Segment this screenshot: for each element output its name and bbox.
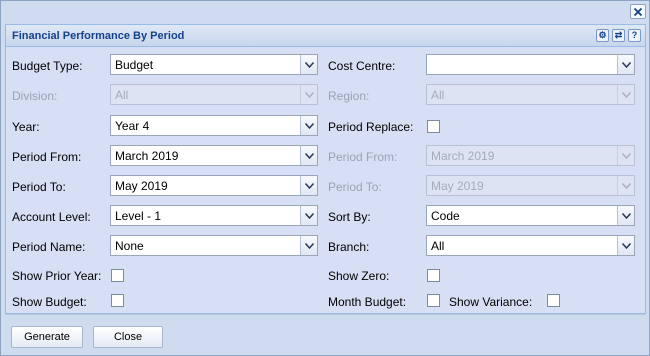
- period-to-2-value: May 2019: [431, 179, 484, 193]
- chevron-down-icon[interactable]: [300, 146, 317, 165]
- period-to-label: Period To:: [12, 180, 66, 194]
- gear-icon: ⚙: [598, 30, 607, 40]
- chevron-down-icon[interactable]: [617, 206, 634, 225]
- generate-button[interactable]: Generate: [11, 326, 83, 348]
- close-window-button[interactable]: [630, 4, 646, 19]
- period-from-2-select: March 2019: [426, 145, 635, 166]
- help-icon: ?: [631, 30, 638, 40]
- show-zero-label: Show Zero:: [328, 269, 390, 283]
- period-to-select[interactable]: May 2019: [110, 175, 318, 196]
- sort-by-value: Code: [431, 209, 460, 223]
- period-from-select[interactable]: March 2019: [110, 145, 318, 166]
- division-select: All: [110, 84, 318, 105]
- division-value: All: [115, 88, 129, 102]
- cost-centre-select[interactable]: [426, 54, 635, 75]
- show-variance-label: Show Variance:: [449, 295, 533, 309]
- period-from-label: Period From:: [12, 150, 82, 164]
- budget-type-value: Budget: [115, 58, 154, 72]
- period-to-2-select: May 2019: [426, 175, 635, 196]
- cost-centre-label: Cost Centre:: [328, 59, 396, 73]
- footer-divider: [5, 314, 646, 315]
- chevron-down-icon: [617, 176, 634, 195]
- show-budget-label: Show Budget:: [12, 295, 87, 309]
- year-label: Year:: [12, 120, 40, 134]
- panel-title: Financial Performance By Period: [12, 30, 185, 42]
- panel-header: Financial Performance By Period ⚙ ⇄ ?: [6, 25, 645, 47]
- year-value: Year 4: [115, 119, 150, 133]
- chevron-down-icon: [617, 85, 634, 104]
- account-level-select[interactable]: Level - 1: [110, 205, 318, 226]
- region-value: All: [431, 88, 445, 102]
- show-prior-year-label: Show Prior Year:: [12, 269, 102, 283]
- chevron-down-icon[interactable]: [300, 116, 317, 135]
- account-level-label: Account Level:: [12, 210, 91, 224]
- budget-type-label: Budget Type:: [12, 59, 83, 73]
- chevron-down-icon[interactable]: [617, 55, 634, 74]
- chevron-down-icon[interactable]: [300, 236, 317, 255]
- gear-tool-button[interactable]: ⚙: [596, 29, 609, 42]
- period-name-select[interactable]: None: [110, 235, 318, 256]
- sort-by-label: Sort By:: [328, 210, 371, 224]
- close-icon: [633, 7, 643, 16]
- branch-value: All: [431, 239, 445, 253]
- period-to-value: May 2019: [115, 179, 168, 193]
- chevron-down-icon[interactable]: [300, 55, 317, 74]
- branch-select[interactable]: All: [426, 235, 635, 256]
- branch-label: Branch:: [328, 240, 370, 254]
- chevron-down-icon[interactable]: [300, 206, 317, 225]
- region-label: Region:: [328, 89, 370, 103]
- period-from-value: March 2019: [115, 149, 179, 163]
- help-tool-button[interactable]: ?: [628, 29, 641, 42]
- refresh-icon: ⇄: [614, 30, 623, 40]
- show-variance-checkbox[interactable]: [547, 294, 560, 307]
- show-budget-checkbox[interactable]: [111, 294, 124, 307]
- chevron-down-icon[interactable]: [300, 176, 317, 195]
- period-replace-label: Period Replace:: [328, 120, 414, 134]
- period-name-value: None: [115, 239, 144, 253]
- account-level-value: Level - 1: [115, 209, 162, 223]
- show-zero-checkbox[interactable]: [427, 269, 440, 282]
- chevron-down-icon[interactable]: [617, 236, 634, 255]
- refresh-tool-button[interactable]: ⇄: [612, 29, 625, 42]
- sort-by-select[interactable]: Code: [426, 205, 635, 226]
- period-from-2-value: March 2019: [431, 149, 495, 163]
- chevron-down-icon: [617, 146, 634, 165]
- month-budget-checkbox[interactable]: [427, 294, 440, 307]
- chevron-down-icon: [300, 85, 317, 104]
- close-button[interactable]: Close: [93, 326, 163, 348]
- show-prior-year-checkbox[interactable]: [111, 269, 124, 282]
- period-from-2-label: Period From:: [328, 150, 398, 164]
- year-select[interactable]: Year 4: [110, 115, 318, 136]
- period-name-label: Period Name:: [12, 240, 86, 254]
- budget-type-select[interactable]: Budget: [110, 54, 318, 75]
- report-dialog: Financial Performance By Period ⚙ ⇄ ? Bu…: [0, 0, 650, 356]
- period-replace-checkbox[interactable]: [427, 120, 440, 133]
- region-select: All: [426, 84, 635, 105]
- period-to-2-label: Period To:: [328, 180, 382, 194]
- month-budget-label: Month Budget:: [328, 295, 407, 309]
- division-label: Division:: [12, 89, 58, 103]
